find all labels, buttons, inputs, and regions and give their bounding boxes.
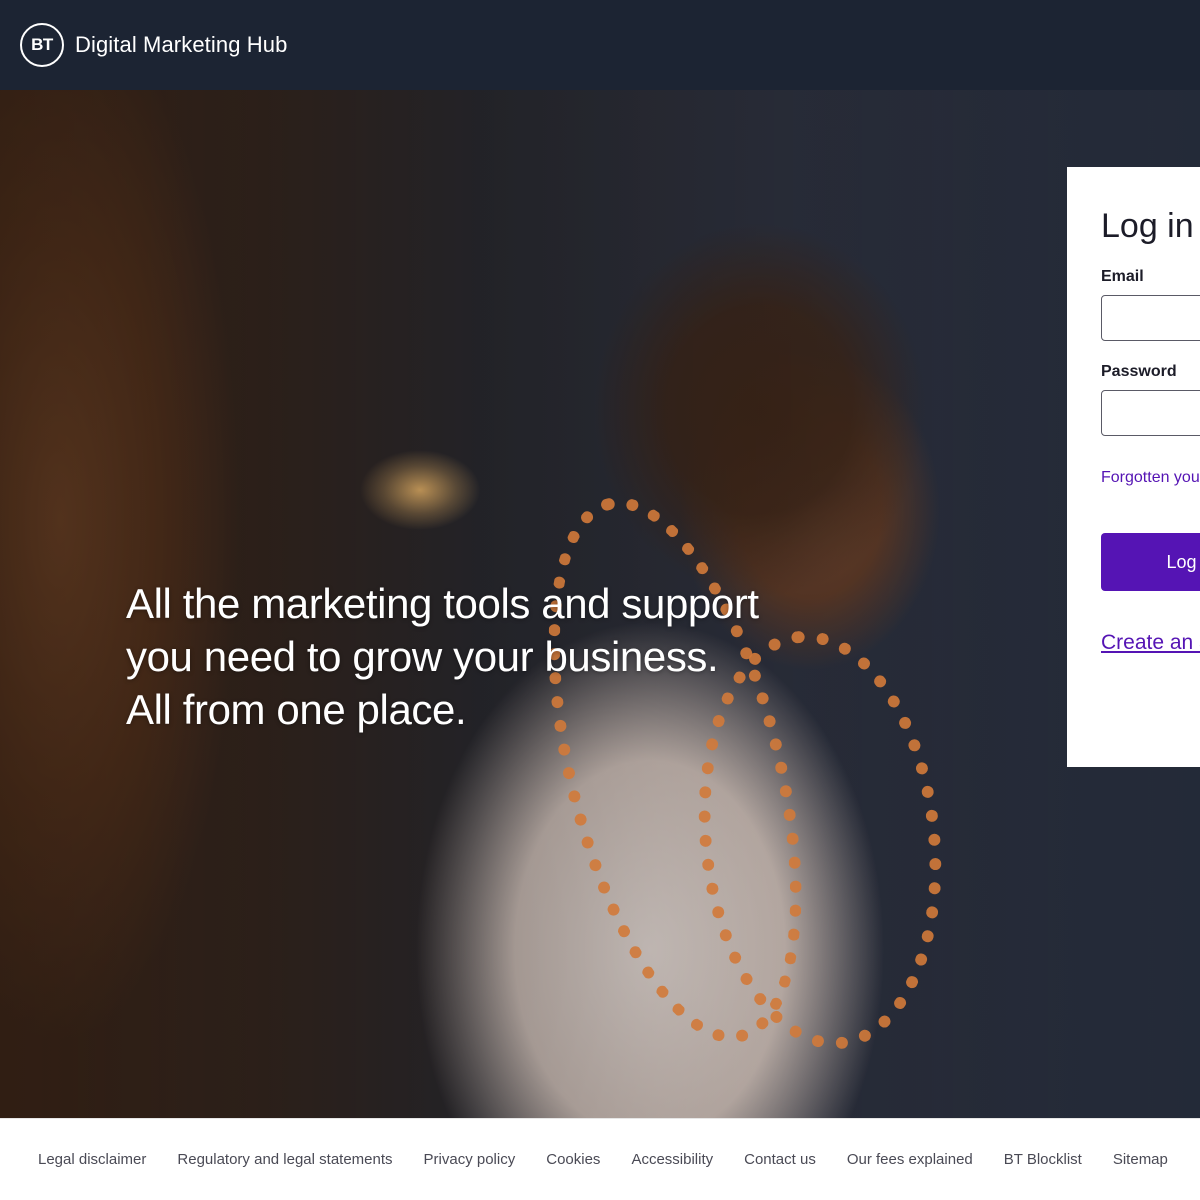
- bt-logo-icon[interactable]: BT: [20, 23, 64, 67]
- site-footer: Legal disclaimer Regulatory and legal st…: [0, 1118, 1200, 1200]
- site-header: BT Digital Marketing Hub: [0, 0, 1200, 90]
- password-label: Password: [1101, 363, 1177, 380]
- hero-headline: All the marketing tools and support you …: [126, 580, 759, 733]
- forgot-password-link[interactable]: Forgotten your password?: [1101, 469, 1200, 487]
- password-field[interactable]: [1101, 390, 1200, 436]
- site-title[interactable]: Digital Marketing Hub: [75, 32, 287, 58]
- login-title-text: Log in to Digital Marketing Hub: [1101, 207, 1200, 245]
- footer-link-sitemap[interactable]: Sitemap: [1113, 1151, 1168, 1168]
- footer-link-accessibility[interactable]: Accessibility: [631, 1151, 713, 1168]
- footer-link-fees[interactable]: Our fees explained: [847, 1151, 973, 1168]
- logo-text: BT: [31, 35, 53, 54]
- login-title: Log in to Digital Marketing Hub: [1101, 205, 1200, 248]
- email-label: Email: [1101, 268, 1144, 285]
- create-account-link[interactable]: Create an account: [1101, 631, 1200, 655]
- hero-banner: All the marketing tools and support you …: [0, 90, 1200, 1118]
- footer-link-privacy[interactable]: Privacy policy: [424, 1151, 516, 1168]
- footer-link-legal-disclaimer[interactable]: Legal disclaimer: [38, 1151, 146, 1168]
- footer-link-regulatory[interactable]: Regulatory and legal statements: [177, 1151, 392, 1168]
- footer-link-contact[interactable]: Contact us: [744, 1151, 816, 1168]
- login-button[interactable]: Log in: [1101, 533, 1200, 591]
- email-field[interactable]: [1101, 295, 1200, 341]
- login-card: Log in to Digital Marketing Hub Email Pa…: [1067, 167, 1200, 767]
- footer-link-cookies[interactable]: Cookies: [546, 1151, 600, 1168]
- footer-link-blocklist[interactable]: BT Blocklist: [1004, 1151, 1082, 1168]
